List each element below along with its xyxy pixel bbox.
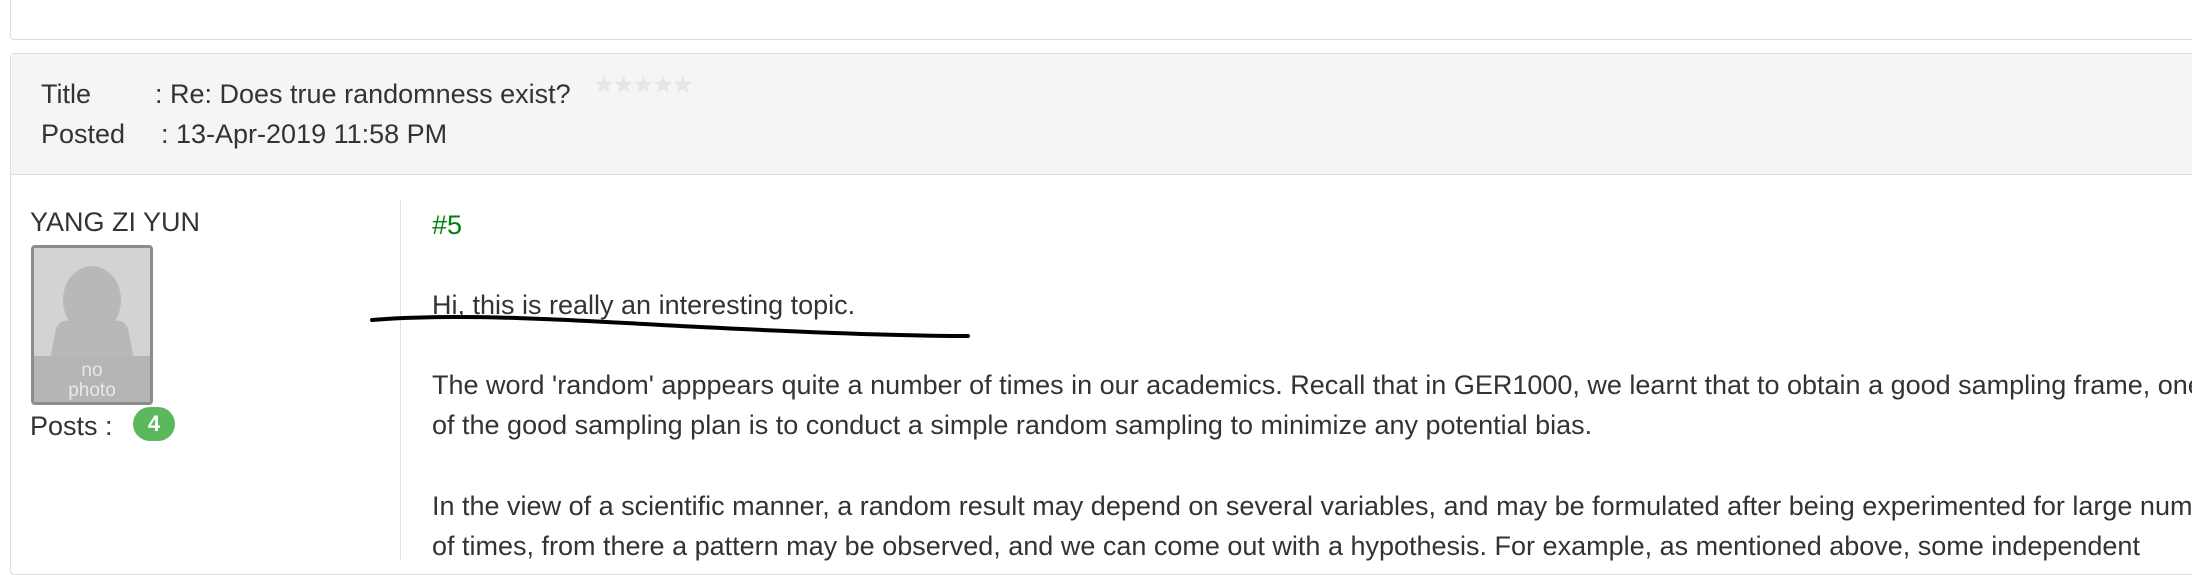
star-icon[interactable]: ★ bbox=[594, 72, 614, 100]
avatar-text-photo: photo bbox=[68, 380, 116, 401]
star-icon[interactable]: ★ bbox=[633, 72, 653, 100]
post-body-paragraph-2-line-1: The word 'random' apppears quite a numbe… bbox=[432, 370, 2192, 400]
no-photo-avatar-icon: no photo bbox=[34, 248, 150, 402]
post-body-paragraph-1: Hi, this is really an interesting topic. bbox=[432, 290, 856, 320]
post-body-paragraph-3-line-1: In the view of a scientific manner, a ra… bbox=[432, 491, 2192, 521]
author-column: YANG ZI YUN no photo Posts : 4 bbox=[0, 0, 390, 441]
rating-stars[interactable]: ★ ★ ★ ★ ★ bbox=[594, 72, 693, 100]
post-body-paragraph-3-line-2: of times, from there a pattern may be ob… bbox=[432, 531, 2140, 561]
star-icon[interactable]: ★ bbox=[673, 72, 693, 100]
avatar-text-no: no bbox=[81, 360, 102, 381]
posts-label: Posts : bbox=[30, 411, 113, 441]
avatar[interactable]: no photo bbox=[31, 245, 153, 405]
star-icon[interactable]: ★ bbox=[614, 72, 634, 100]
posts-count-badge: 4 bbox=[133, 407, 175, 441]
post-number-link[interactable]: #5 bbox=[432, 209, 462, 241]
post-body-paragraph-2-line-2: of the good sampling plan is to conduct … bbox=[432, 410, 1593, 440]
author-name[interactable]: YANG ZI YUN bbox=[30, 206, 200, 238]
star-icon[interactable]: ★ bbox=[653, 72, 673, 100]
column-divider bbox=[400, 200, 401, 560]
